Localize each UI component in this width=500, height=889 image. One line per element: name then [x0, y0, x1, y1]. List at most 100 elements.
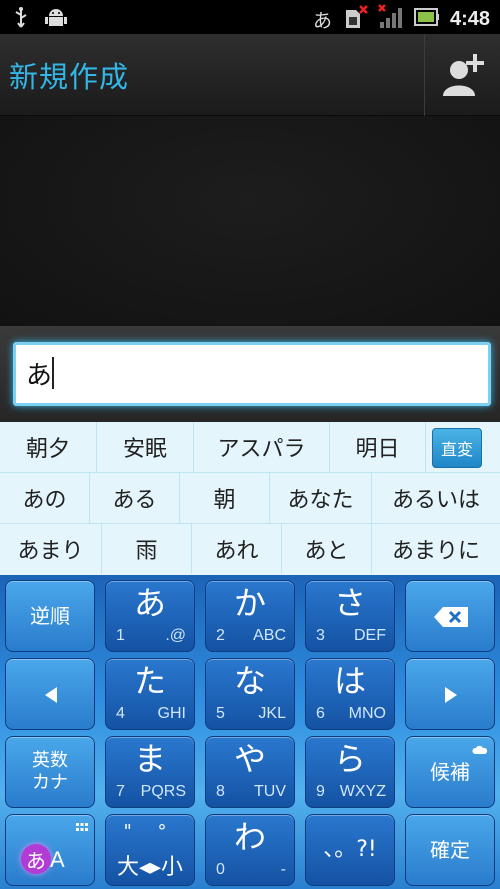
key-letters: ABC — [253, 627, 286, 644]
candidate-item[interactable]: あまり — [0, 524, 102, 574]
message-input[interactable]: あ — [13, 342, 491, 406]
key-number: 9 — [316, 783, 325, 800]
candidate-item[interactable]: あれ — [192, 524, 282, 574]
candidate-item[interactable]: あるいは — [372, 473, 500, 523]
ime-indicator: あ — [312, 9, 332, 32]
mode-kana-badge: あ — [21, 844, 51, 874]
kana-key-ma[interactable]: ま 7 PQRS — [105, 736, 195, 808]
size-toggle-label: 大◂▸小 — [116, 855, 184, 880]
key-kana: は — [333, 662, 366, 700]
battery-icon — [413, 6, 440, 32]
key-number: 6 — [316, 705, 325, 722]
add-contact-icon — [443, 54, 484, 96]
kana-key-ya[interactable]: や 8 TUV — [205, 736, 295, 808]
candidate-item[interactable]: あの — [0, 473, 90, 523]
candidate-item[interactable]: あまりに — [372, 524, 500, 574]
candidate-item[interactable]: アスパラ — [194, 422, 330, 472]
candidate-bar: 朝夕 安眠 アスパラ 明日 直変 あの ある 朝 あなた あるいは あまり 雨 … — [0, 422, 500, 575]
punctuation-key[interactable]: 、。?! — [305, 814, 395, 886]
signal-no-service-icon — [378, 4, 404, 34]
candidate-item[interactable]: 朝 — [180, 473, 270, 523]
alnum-kana-toggle-key[interactable]: 英数 カナ — [5, 736, 95, 808]
key-letters: TUV — [254, 783, 286, 800]
key-letters: DEF — [354, 627, 386, 644]
key-kana: わ — [233, 818, 266, 856]
key-kana: た — [133, 662, 166, 700]
add-contact-button[interactable] — [424, 34, 500, 116]
candidate-item[interactable]: あなた — [270, 473, 372, 523]
kana-key-ra[interactable]: ら 9 WXYZ — [305, 736, 395, 808]
page-title: 新規作成 — [9, 60, 130, 94]
candidate-item[interactable]: 朝夕 — [0, 422, 97, 472]
key-letters: - — [280, 861, 286, 878]
key-kana: な — [233, 662, 266, 700]
key-number: 4 — [116, 705, 125, 722]
candidate-item[interactable]: 安眠 — [97, 422, 194, 472]
kana-key-wa[interactable]: わ 0 - — [205, 814, 295, 886]
message-area — [0, 116, 500, 326]
arrow-left-icon — [45, 687, 57, 703]
key-letters: JKL — [258, 705, 286, 722]
key-letters: .@ — [165, 627, 186, 644]
key-kana: ま — [133, 740, 166, 778]
alnum-kana-label: 英数 カナ — [6, 737, 94, 807]
dakuten-size-key[interactable]: " ° 大◂▸小 — [105, 814, 195, 886]
alnum-label: 英数 — [32, 750, 68, 771]
flick-keyboard: 逆順 あ 1 .@ か 2 ABC さ 3 DEF た 4 GHI な 5 JK… — [0, 575, 500, 889]
backspace-icon — [434, 607, 468, 627]
message-input-text: あ — [26, 361, 53, 391]
candidate-row-2: あの ある 朝 あなた あるいは — [0, 473, 500, 524]
usb-icon — [12, 7, 30, 33]
key-number: 0 — [216, 861, 225, 878]
kana-key-ta[interactable]: た 4 GHI — [105, 658, 195, 730]
reverse-order-label: 逆順 — [30, 604, 70, 628]
candidate-item[interactable]: 雨 — [102, 524, 192, 574]
candidate-item[interactable]: ある — [90, 473, 180, 523]
clock: 4:48 — [449, 7, 490, 30]
confirm-key[interactable]: 確定 — [405, 814, 495, 886]
status-bar: あ 4:48 — [0, 0, 500, 34]
candidates-key[interactable]: 候補 — [405, 736, 495, 808]
key-number: 5 — [216, 705, 225, 722]
cloud-icon — [472, 745, 488, 754]
kana-key-a[interactable]: あ 1 .@ — [105, 580, 195, 652]
key-number: 7 — [116, 783, 125, 800]
text-caret — [52, 357, 54, 389]
kana-key-ha[interactable]: は 6 MNO — [305, 658, 395, 730]
key-number: 1 — [116, 627, 125, 644]
dakuten-label: " ° — [123, 821, 177, 842]
compose-bar: あ — [0, 326, 500, 422]
cursor-right-key[interactable] — [405, 658, 495, 730]
candidate-item[interactable]: 明日 — [330, 422, 426, 472]
candidate-row-3: あまり 雨 あれ あと あまりに — [0, 524, 500, 575]
key-letters: PQRS — [140, 783, 186, 800]
action-bar: 新規作成 — [0, 34, 500, 116]
key-number: 2 — [216, 627, 225, 644]
key-kana: ら — [333, 740, 366, 778]
kana-key-ka[interactable]: か 2 ABC — [205, 580, 295, 652]
candidate-item[interactable]: あと — [282, 524, 372, 574]
sim-error-icon — [342, 4, 368, 34]
direct-convert-button[interactable]: 直変 — [432, 428, 482, 468]
key-letters: MNO — [348, 705, 386, 722]
key-kana: か — [233, 584, 266, 622]
kana-key-sa[interactable]: さ 3 DEF — [305, 580, 395, 652]
confirm-label: 確定 — [430, 838, 470, 862]
key-number: 8 — [216, 783, 225, 800]
candidate-row-1: 朝夕 安眠 アスパラ 明日 直変 — [0, 422, 500, 473]
kana-key-na[interactable]: な 5 JKL — [205, 658, 295, 730]
key-kana: あ — [133, 584, 166, 622]
kana-label: カナ — [32, 772, 68, 793]
key-letters: GHI — [157, 705, 186, 722]
grid-icon — [76, 823, 88, 831]
key-kana: や — [233, 740, 266, 778]
reverse-order-key[interactable]: 逆順 — [5, 580, 95, 652]
input-mode-key[interactable]: あ A — [5, 814, 95, 886]
cursor-left-key[interactable] — [5, 658, 95, 730]
mode-alpha-label: A — [50, 847, 65, 872]
key-kana: さ — [333, 584, 366, 622]
backspace-key[interactable] — [405, 580, 495, 652]
punctuation-label: 、。?! — [323, 837, 377, 862]
key-letters: WXYZ — [339, 783, 386, 800]
arrow-right-icon — [445, 687, 457, 703]
